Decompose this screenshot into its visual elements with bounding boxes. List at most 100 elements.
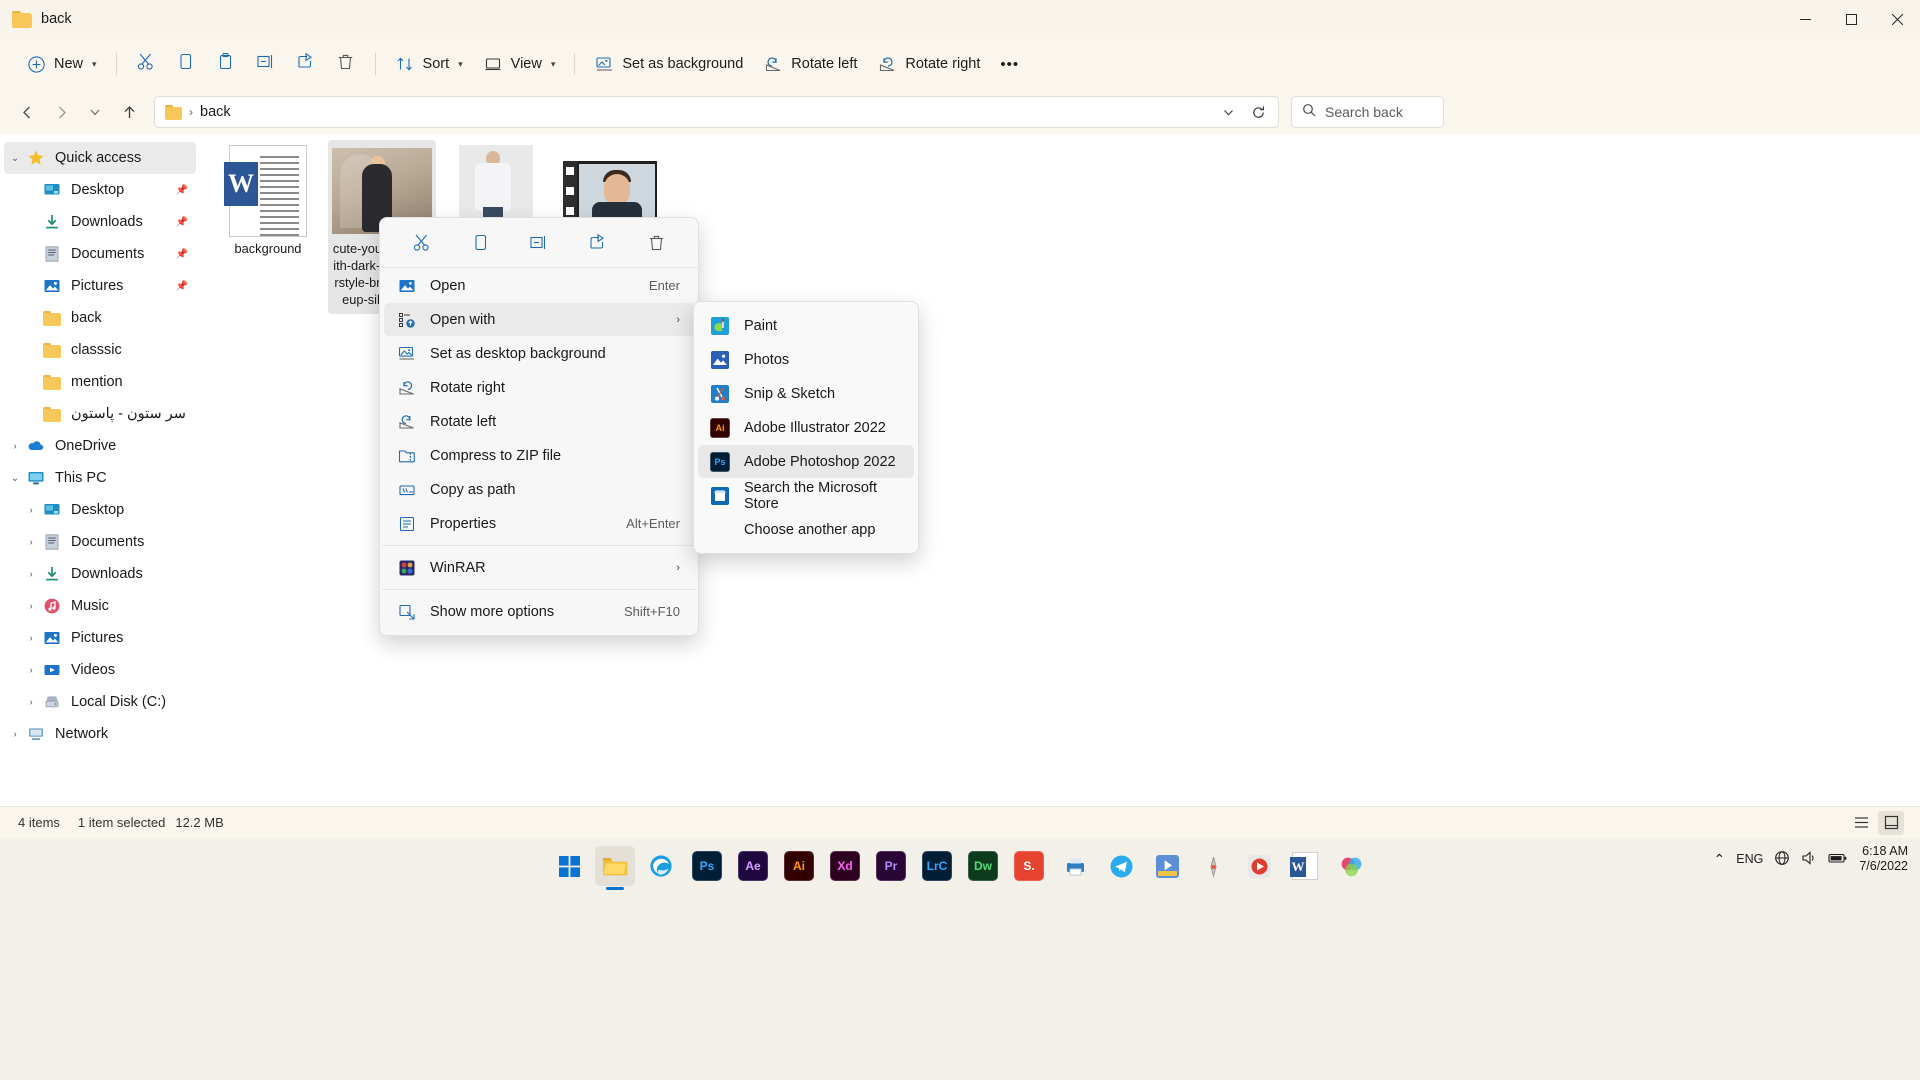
taskbar-after-effects[interactable]: Ae <box>733 846 773 886</box>
sort-button[interactable]: Sort ▾ <box>385 47 473 81</box>
context-menu-item-winrar[interactable]: WinRAR › <box>384 551 694 584</box>
maximize-button[interactable] <box>1828 0 1874 38</box>
context-menu[interactable]: Open Enter Open with › Set as desktop backgr… <box>379 217 699 636</box>
tray-chevron-up-icon[interactable]: ⌃ <box>1714 851 1726 868</box>
breadcrumb-current[interactable]: back <box>200 104 231 120</box>
sidebar-item-local-disk-c[interactable]: › Local Disk (C:) <box>4 686 196 718</box>
pin-icon[interactable]: 📌 <box>176 281 188 292</box>
rotate-left-button[interactable]: Rotate left <box>753 47 867 81</box>
taskbar-start-button[interactable] <box>549 846 589 886</box>
sidebar-item-desktop[interactable]: Desktop 📌 <box>4 174 196 206</box>
copy-button[interactable] <box>166 47 206 81</box>
clock[interactable]: 6:18 AM 7/6/2022 <box>1859 844 1908 874</box>
open-with-submenu[interactable]: Paint Photos Snip & Sketch Ai Adobe Illustra… <box>693 301 919 554</box>
context-delete-button[interactable] <box>637 228 677 262</box>
back-button[interactable] <box>10 96 44 128</box>
taskbar-lightroom-classic[interactable]: LrC <box>917 846 957 886</box>
chevron-right-icon[interactable]: › <box>20 697 42 708</box>
taskbar-adobe-xd[interactable]: Xd <box>825 846 865 886</box>
more-options-button[interactable]: ••• <box>990 47 1029 81</box>
sidebar-item-[interactable]: سر ستون - پاستون - <box>4 398 196 430</box>
context-menu-item-show-more-options[interactable]: Show more options Shift+F10 <box>384 595 694 628</box>
open-with-item-photos[interactable]: Photos <box>698 343 914 376</box>
volume-icon[interactable] <box>1801 850 1817 869</box>
rename-button[interactable] <box>246 47 286 81</box>
sidebar-item-downloads[interactable]: Downloads 📌 <box>4 206 196 238</box>
sidebar-item-music[interactable]: › Music <box>4 590 196 622</box>
sidebar-item-downloads[interactable]: › Downloads <box>4 558 196 590</box>
context-menu-item-open-with[interactable]: Open with › <box>384 303 694 336</box>
sidebar-item-pictures[interactable]: Pictures 📌 <box>4 270 196 302</box>
view-button[interactable]: View ▾ <box>473 47 566 81</box>
chevron-right-icon[interactable]: › <box>20 601 42 612</box>
address-bar[interactable]: › back <box>154 96 1279 128</box>
up-button[interactable] <box>112 96 146 128</box>
taskbar-paint-3d[interactable] <box>1331 846 1371 886</box>
context-menu-item-set-as-desktop-background[interactable]: Set as desktop background <box>384 337 694 370</box>
battery-icon[interactable] <box>1828 851 1848 868</box>
paste-button[interactable] <box>206 47 246 81</box>
pin-icon[interactable]: 📌 <box>176 185 188 196</box>
network-icon[interactable] <box>1774 850 1790 869</box>
navigation-pane[interactable]: ⌄ Quick access Desktop 📌 Downloads 📌 Documents… <box>0 134 200 806</box>
taskbar-telegram[interactable] <box>1101 846 1141 886</box>
share-button[interactable] <box>286 47 326 81</box>
taskbar-audio-app[interactable] <box>1193 846 1233 886</box>
sidebar-item-classsic[interactable]: classsic <box>4 334 196 366</box>
taskbar-sketchup[interactable]: S. <box>1009 846 1049 886</box>
sidebar-item-back[interactable]: back <box>4 302 196 334</box>
forward-button[interactable] <box>44 96 78 128</box>
context-copy-button[interactable] <box>460 228 500 262</box>
chevron-right-icon[interactable]: › <box>20 633 42 644</box>
sidebar-item-mention[interactable]: mention <box>4 366 196 398</box>
taskbar-printer-app[interactable] <box>1055 846 1095 886</box>
search-box[interactable]: Search back <box>1291 96 1444 128</box>
chevron-down-icon[interactable]: ⌄ <box>4 153 26 164</box>
taskbar-edge-browser[interactable] <box>641 846 681 886</box>
open-with-item-search-the-microsoft-store[interactable]: Search the Microsoft Store <box>698 479 914 512</box>
chevron-right-icon[interactable]: › <box>20 665 42 676</box>
sidebar-item-this-pc[interactable]: ⌄ This PC <box>4 462 196 494</box>
recent-locations-button[interactable] <box>78 96 112 128</box>
taskbar-premiere-pro[interactable]: Pr <box>871 846 911 886</box>
open-with-item-snip-sketch[interactable]: Snip & Sketch <box>698 377 914 410</box>
refresh-button[interactable] <box>1244 98 1272 126</box>
list-view-button[interactable] <box>1848 811 1874 835</box>
chevron-right-icon[interactable]: › <box>20 569 42 580</box>
file-tile-background[interactable]: W background <box>214 140 322 314</box>
chevron-right-icon[interactable]: › <box>20 537 42 548</box>
pin-icon[interactable]: 📌 <box>176 217 188 228</box>
taskbar-dreamweaver[interactable]: Dw <box>963 846 1003 886</box>
close-button[interactable] <box>1874 0 1920 38</box>
sidebar-item-documents[interactable]: Documents 📌 <box>4 238 196 270</box>
set-as-background-button[interactable]: Set as background <box>584 47 753 81</box>
context-share-button[interactable] <box>578 228 618 262</box>
taskbar-media-player[interactable] <box>1147 846 1187 886</box>
chevron-right-icon[interactable]: › <box>4 729 26 740</box>
sidebar-item-documents[interactable]: › Documents <box>4 526 196 558</box>
open-with-item-adobe-illustrator-2022[interactable]: Ai Adobe Illustrator 2022 <box>698 411 914 444</box>
context-menu-item-compress-to-zip-file[interactable]: Compress to ZIP file <box>384 439 694 472</box>
taskbar-word[interactable]: W <box>1285 846 1325 886</box>
chevron-right-icon[interactable]: › <box>4 441 26 452</box>
sidebar-item-quick-access[interactable]: ⌄ Quick access <box>4 142 196 174</box>
taskbar-illustrator[interactable]: Ai <box>779 846 819 886</box>
sidebar-item-desktop[interactable]: › Desktop <box>4 494 196 526</box>
open-with-item-adobe-photoshop-2022[interactable]: Ps Adobe Photoshop 2022 <box>698 445 914 478</box>
open-with-item-choose-another-app[interactable]: Choose another app <box>698 513 914 546</box>
open-with-item-paint[interactable]: Paint <box>698 309 914 342</box>
sidebar-item-pictures[interactable]: › Pictures <box>4 622 196 654</box>
context-menu-item-copy-as-path[interactable]: Copy as path <box>384 473 694 506</box>
cut-button[interactable] <box>126 47 166 81</box>
chevron-right-icon[interactable]: › <box>20 505 42 516</box>
delete-button[interactable] <box>326 47 366 81</box>
sidebar-item-onedrive[interactable]: › OneDrive <box>4 430 196 462</box>
pin-icon[interactable]: 📌 <box>176 249 188 260</box>
context-menu-item-rotate-right[interactable]: Rotate right <box>384 371 694 404</box>
context-menu-item-properties[interactable]: Properties Alt+Enter <box>384 507 694 540</box>
sidebar-item-network[interactable]: › Network <box>4 718 196 750</box>
sidebar-item-videos[interactable]: › Videos <box>4 654 196 686</box>
context-menu-item-open[interactable]: Open Enter <box>384 269 694 302</box>
taskbar-video-player[interactable] <box>1239 846 1279 886</box>
new-button[interactable]: New ▾ <box>16 47 107 81</box>
